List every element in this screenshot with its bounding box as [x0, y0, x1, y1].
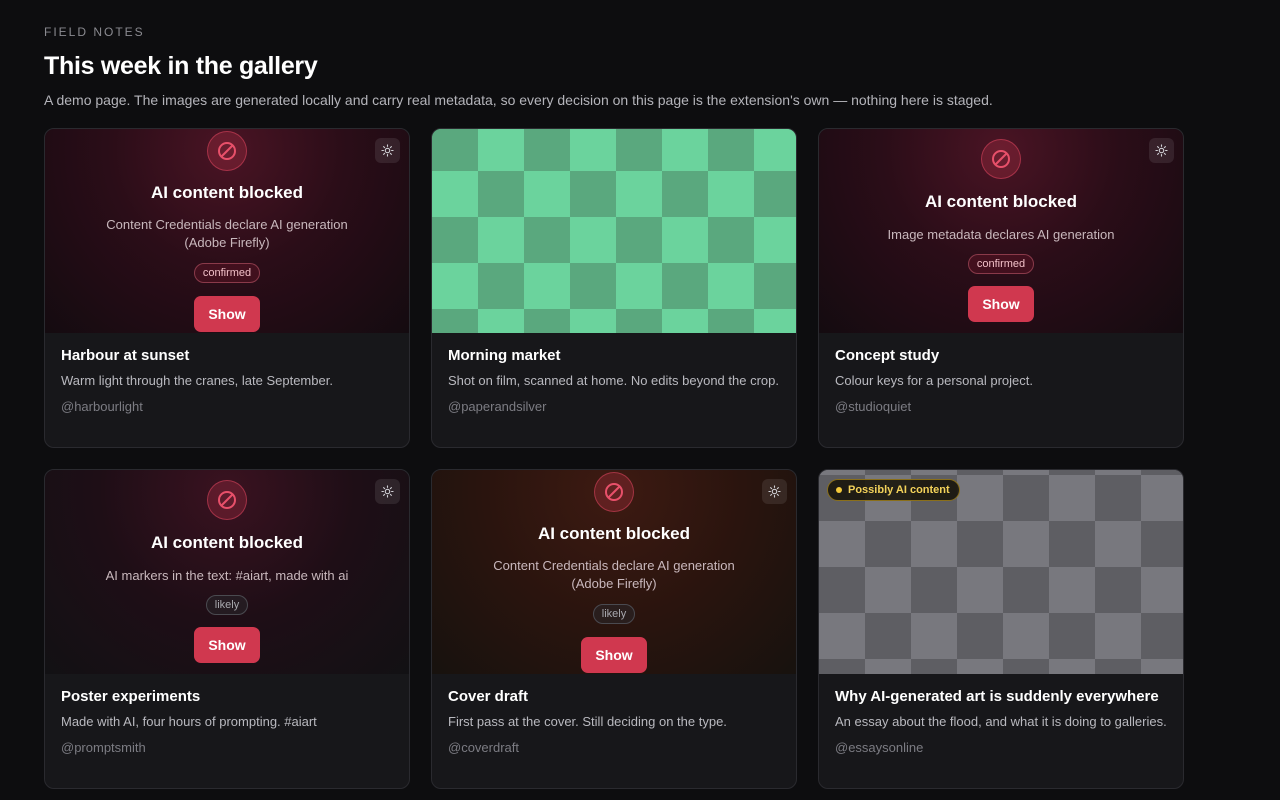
card-image-blocked: AI content blocked Content Credentials d…: [432, 470, 796, 674]
settings-button[interactable]: [762, 479, 787, 504]
gallery-card: AI content blocked Content Credentials d…: [44, 128, 410, 448]
block-reason: AI markers in the text: #aiart, made wit…: [105, 568, 349, 583]
page-title: This week in the gallery: [44, 52, 318, 80]
card-body: Why AI-generated art is suddenly everywh…: [819, 674, 1183, 755]
show-button[interactable]: Show: [968, 286, 1034, 322]
gallery-card: Possibly AI content Why AI-generated art…: [818, 469, 1184, 789]
warning-dot-icon: [836, 487, 842, 493]
settings-button[interactable]: [375, 138, 400, 163]
possibly-ai-label: Possibly AI content: [848, 484, 950, 496]
card-handle[interactable]: @essaysonline: [835, 740, 1167, 755]
card-image[interactable]: Possibly AI content: [819, 470, 1183, 674]
card-body: Morning market Shot on film, scanned at …: [432, 333, 796, 414]
card-description: An essay about the flood, and what it is…: [835, 714, 1167, 729]
block-reason: Content Credentials declare AI generatio…: [493, 558, 735, 591]
card-description: Colour keys for a personal project.: [835, 373, 1033, 388]
block-title: AI content blocked: [150, 533, 304, 552]
blocked-icon: [207, 131, 247, 171]
card-title[interactable]: Harbour at sunset: [61, 347, 393, 364]
gallery-card: AI content blocked Image metadata declar…: [818, 128, 1184, 448]
gallery-card: AI content blocked AI markers in the tex…: [44, 469, 410, 789]
gallery-grid: AI content blocked Content Credentials d…: [44, 128, 1184, 789]
confidence-badge: confirmed: [193, 263, 261, 283]
ai-block-overlay: AI content blocked Image metadata declar…: [819, 129, 1183, 333]
confidence-badge: likely: [592, 604, 636, 624]
blocked-icon: [594, 472, 634, 512]
block-title: AI content blocked: [537, 524, 691, 543]
card-body: Cover draft First pass at the cover. Sti…: [432, 674, 796, 755]
confidence-badge: confirmed: [967, 254, 1035, 274]
card-title[interactable]: Poster experiments: [61, 688, 393, 705]
card-body: Poster experiments Made with AI, four ho…: [45, 674, 409, 755]
settings-icon: [381, 485, 394, 498]
confidence-badge: likely: [205, 595, 249, 615]
ai-block-overlay: AI content blocked Content Credentials d…: [45, 129, 409, 333]
card-title[interactable]: Why AI-generated art is suddenly everywh…: [835, 688, 1167, 705]
settings-icon: [1155, 144, 1168, 157]
block-title: AI content blocked: [150, 183, 304, 202]
settings-icon: [768, 485, 781, 498]
block-reason: Image metadata declares AI generation: [887, 227, 1115, 242]
block-title: AI content blocked: [924, 192, 1078, 211]
card-handle[interactable]: @promptsmith: [61, 740, 393, 755]
eyebrow-label: FIELD NOTES: [44, 25, 145, 39]
card-title[interactable]: Concept study: [835, 347, 1167, 364]
card-image-blocked: AI content blocked AI markers in the tex…: [45, 470, 409, 674]
settings-icon: [381, 144, 394, 157]
card-body: Concept study Colour keys for a personal…: [819, 333, 1183, 414]
show-button[interactable]: Show: [194, 627, 260, 663]
show-button[interactable]: Show: [581, 637, 647, 673]
show-button[interactable]: Show: [194, 296, 260, 332]
block-reason: Content Credentials declare AI generatio…: [106, 217, 348, 250]
gallery-card: Morning market Shot on film, scanned at …: [431, 128, 797, 448]
card-handle[interactable]: @paperandsilver: [448, 399, 780, 414]
card-image-blocked: AI content blocked Image metadata declar…: [819, 129, 1183, 333]
ai-block-overlay: AI content blocked AI markers in the tex…: [45, 470, 409, 674]
card-handle[interactable]: @coverdraft: [448, 740, 780, 755]
card-description: Warm light through the cranes, late Sept…: [61, 373, 333, 388]
blocked-icon: [981, 139, 1021, 179]
settings-button[interactable]: [375, 479, 400, 504]
card-description: First pass at the cover. Still deciding …: [448, 714, 727, 729]
page-subtitle: A demo page. The images are generated lo…: [44, 92, 993, 108]
card-title[interactable]: Cover draft: [448, 688, 780, 705]
possibly-ai-pill: Possibly AI content: [827, 479, 960, 501]
card-image-blocked: AI content blocked Content Credentials d…: [45, 129, 409, 333]
card-handle[interactable]: @harbourlight: [61, 399, 393, 414]
card-body: Harbour at sunset Warm light through the…: [45, 333, 409, 414]
ai-block-overlay: AI content blocked Content Credentials d…: [432, 470, 796, 674]
card-description: Made with AI, four hours of prompting. #…: [61, 714, 317, 729]
settings-button[interactable]: [1149, 138, 1174, 163]
card-handle[interactable]: @studioquiet: [835, 399, 1167, 414]
card-description: Shot on film, scanned at home. No edits …: [448, 373, 779, 388]
card-image[interactable]: [432, 129, 796, 333]
gallery-card: AI content blocked Content Credentials d…: [431, 469, 797, 789]
card-title[interactable]: Morning market: [448, 347, 780, 364]
blocked-icon: [207, 480, 247, 520]
